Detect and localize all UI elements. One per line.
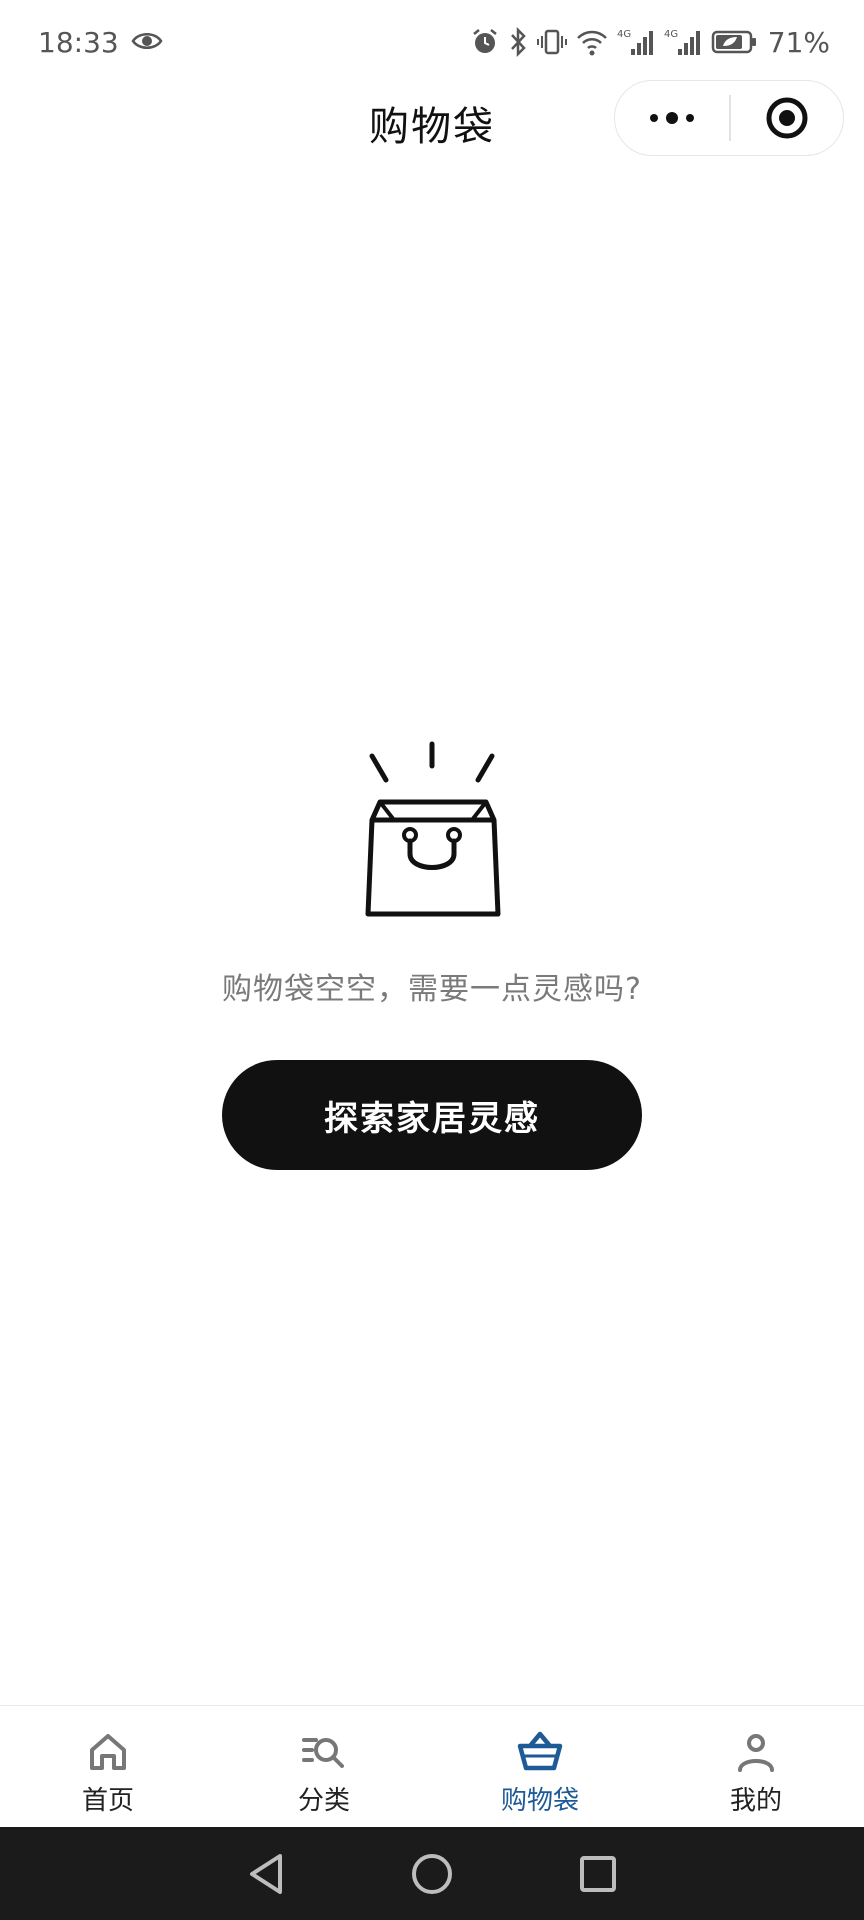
empty-cart-state: 购物袋空空，需要一点灵感吗? 探索家居灵感 <box>0 720 864 1170</box>
vibrate-icon <box>536 27 567 57</box>
home-circle-icon[interactable] <box>408 1850 456 1898</box>
bottom-tab-bar: 首页 分类 购物袋 我的 <box>0 1705 864 1827</box>
eye-icon <box>131 26 163 59</box>
wifi-icon <box>576 28 608 56</box>
close-miniprogram-button[interactable] <box>731 81 844 155</box>
battery-icon <box>711 29 757 55</box>
status-left: 18:33 <box>38 26 163 59</box>
network-label-2: 4G <box>664 29 678 40</box>
status-right: 4G 4G 71% <box>471 26 830 59</box>
alarm-icon <box>471 28 499 56</box>
bluetooth-icon <box>508 27 528 57</box>
back-icon[interactable] <box>244 1850 288 1898</box>
shopping-bag-icon <box>365 741 501 917</box>
category-search-icon <box>302 1738 344 1768</box>
recent-apps-icon[interactable] <box>576 1852 620 1896</box>
nav-bar: 购物袋 <box>0 80 864 160</box>
more-dots-icon <box>650 112 694 124</box>
tab-category[interactable]: 分类 <box>216 1706 432 1827</box>
tab-home[interactable]: 首页 <box>0 1706 216 1827</box>
tab-profile[interactable]: 我的 <box>648 1706 864 1827</box>
battery-percent: 71% <box>767 25 830 59</box>
tab-label: 分类 <box>297 1786 350 1816</box>
more-button[interactable] <box>615 81 729 155</box>
mini-program-capsule <box>614 80 844 156</box>
status-time: 18:33 <box>38 25 119 59</box>
signal-icon: 4G <box>617 27 655 57</box>
network-label-1: 4G <box>617 29 631 40</box>
status-bar: 18:33 4G 4G 71% <box>0 0 864 84</box>
user-icon <box>738 1734 774 1772</box>
tab-shopping-bag[interactable]: 购物袋 <box>432 1706 648 1827</box>
tab-label: 首页 <box>81 1786 134 1816</box>
empty-cart-message: 购物袋空空，需要一点灵感吗? <box>222 972 642 1007</box>
signal-icon: 4G <box>664 27 702 57</box>
tab-label: 我的 <box>729 1786 782 1816</box>
target-icon <box>766 97 808 139</box>
basket-icon <box>517 1731 563 1771</box>
home-icon <box>90 1734 126 1770</box>
system-navigation-bar <box>0 1827 864 1920</box>
tab-label: 购物袋 <box>500 1786 579 1816</box>
explore-inspiration-button[interactable]: 探索家居灵感 <box>222 1060 642 1170</box>
